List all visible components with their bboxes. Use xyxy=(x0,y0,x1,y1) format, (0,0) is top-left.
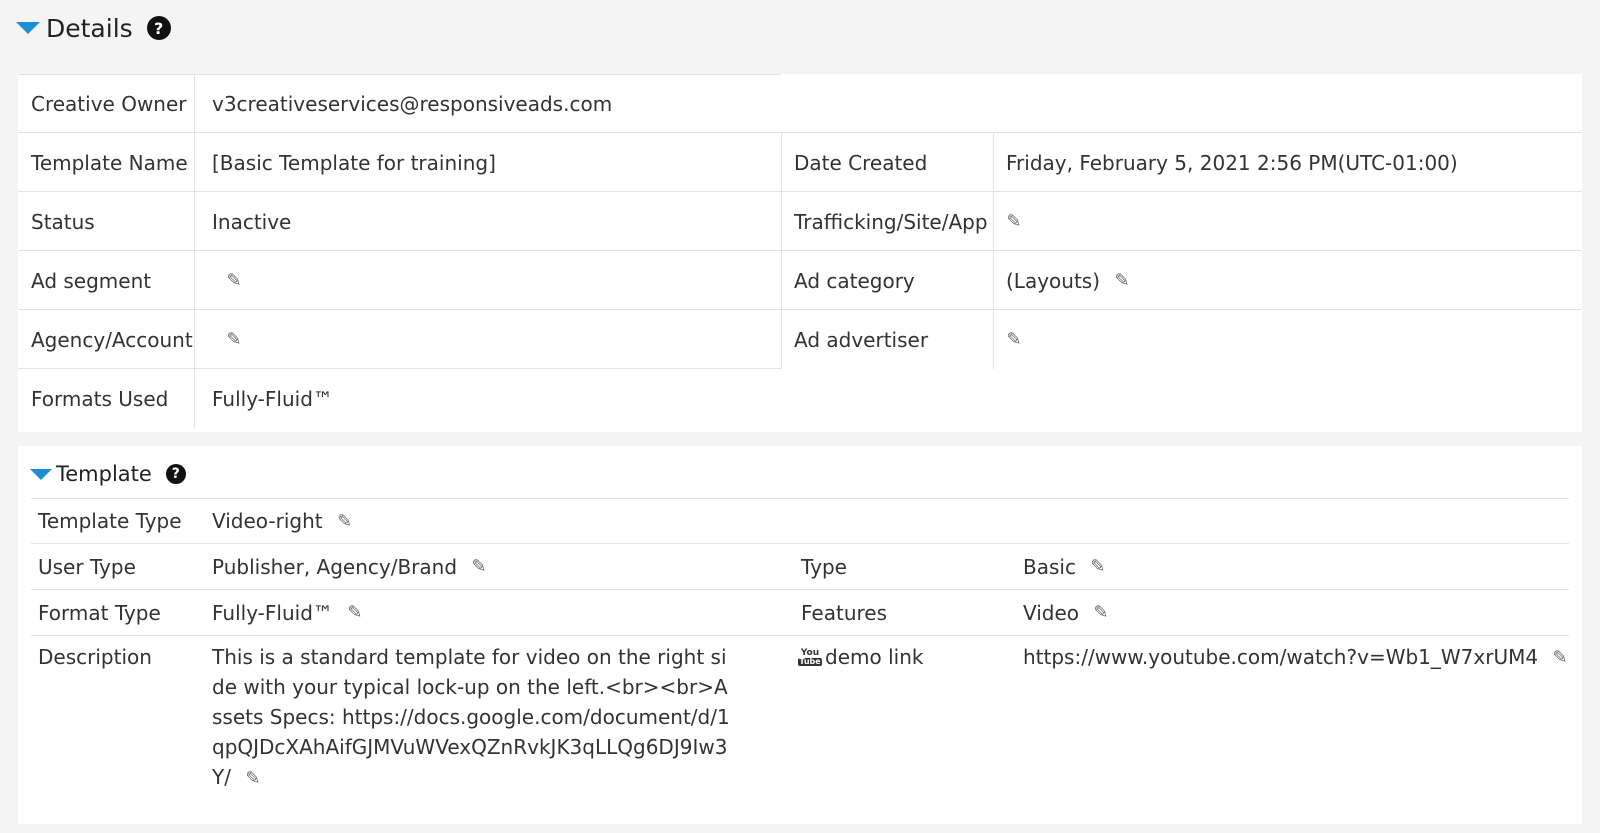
trafficking-label: Trafficking/Site/App xyxy=(794,209,988,234)
date-created-value: Friday, February 5, 2021 2:56 PM(UTC-01:… xyxy=(1006,150,1458,175)
features-text: Video xyxy=(1023,600,1080,625)
type-label: Type xyxy=(801,554,847,579)
description-value: This is a standard template for video on… xyxy=(212,642,732,792)
template-type-text: Video-right xyxy=(212,509,323,533)
user-type-label: User Type xyxy=(38,554,136,579)
help-icon[interactable]: ? xyxy=(146,16,171,40)
format-type-text: Fully-Fluid™ xyxy=(212,600,333,625)
format-type-label: Format Type xyxy=(38,600,161,625)
format-type-value: Fully-Fluid™ ✎ xyxy=(212,590,365,635)
pencil-edit-icon[interactable]: ✎ xyxy=(1088,556,1108,577)
pencil-edit-icon[interactable]: ✎ xyxy=(335,511,355,532)
details-title: Details xyxy=(46,13,133,43)
template-name-label: Template Name xyxy=(31,150,188,175)
ad-category-label: Ad category xyxy=(794,268,915,293)
status-value: Inactive xyxy=(212,209,292,234)
template-type-value: Video-right ✎ xyxy=(212,499,355,543)
divider xyxy=(194,74,195,428)
details-section-header[interactable]: Details ? xyxy=(16,10,171,46)
status-label: Status xyxy=(31,209,95,234)
row-agency-account: Agency/Account ✎ Ad advertiser ✎ xyxy=(18,310,1582,369)
pencil-edit-icon[interactable]: ✎ xyxy=(1091,602,1111,623)
divider xyxy=(781,133,782,369)
divider xyxy=(993,133,994,369)
caret-down-icon[interactable] xyxy=(16,22,40,34)
pencil-edit-icon[interactable]: ✎ xyxy=(1550,647,1570,668)
pencil-edit-icon[interactable]: ✎ xyxy=(1112,270,1132,291)
features-label: Features xyxy=(801,600,887,625)
template-section: Template ? Template Type Video-right ✎ U… xyxy=(18,446,1582,824)
pencil-edit-icon[interactable]: ✎ xyxy=(469,556,489,577)
demo-link-url[interactable]: https://www.youtube.com/watch?v=Wb1_W7xr… xyxy=(1023,645,1538,669)
row-description: Description This is a standard template … xyxy=(18,642,1582,802)
row-creative-owner: Creative Owner v3creativeservices@respon… xyxy=(18,74,1582,133)
agency-account-value: ✎ xyxy=(212,310,244,369)
template-title: Template xyxy=(56,462,152,486)
row-user-type: User Type Publisher, Agency/Brand ✎ Type… xyxy=(18,544,1582,589)
details-table: Creative Owner v3creativeservices@respon… xyxy=(18,74,1582,432)
formats-used-label: Formats Used xyxy=(31,386,169,411)
pencil-edit-icon[interactable]: ✎ xyxy=(243,768,263,789)
ad-advertiser-label: Ad advertiser xyxy=(794,327,929,352)
caret-down-icon[interactable] xyxy=(30,468,52,480)
youtube-icon: You Tube xyxy=(798,647,822,666)
template-section-header[interactable]: Template ? xyxy=(30,458,186,490)
row-template-type: Template Type Video-right ✎ xyxy=(18,499,1582,543)
type-text: Basic xyxy=(1023,554,1076,579)
demo-link-label-group: You Tube demo link xyxy=(798,642,924,672)
creative-owner-label: Creative Owner xyxy=(31,91,187,116)
divider xyxy=(31,635,1569,636)
ad-segment-value: ✎ xyxy=(212,251,244,310)
row-template-name: Template Name [Basic Template for traini… xyxy=(18,133,1582,192)
ad-category-text: (Layouts) xyxy=(1006,268,1101,293)
demo-link-value: https://www.youtube.com/watch?v=Wb1_W7xr… xyxy=(1023,642,1570,672)
row-status: Status Inactive Trafficking/Site/App ✎ xyxy=(18,192,1582,251)
ad-segment-label: Ad segment xyxy=(31,268,152,293)
trafficking-value: ✎ xyxy=(1004,192,1024,251)
template-type-label: Template Type xyxy=(38,509,182,533)
description-label: Description xyxy=(38,645,152,669)
features-value: Video ✎ xyxy=(1023,590,1111,635)
ad-category-value: (Layouts) ✎ xyxy=(1006,251,1132,310)
user-type-text: Publisher, Agency/Brand xyxy=(212,554,458,579)
agency-account-label: Agency/Account xyxy=(31,327,193,352)
demo-link-label: demo link xyxy=(825,645,924,669)
user-type-value: Publisher, Agency/Brand ✎ xyxy=(212,544,489,589)
description-text: This is a standard template for video on… xyxy=(212,645,730,789)
row-ad-segment: Ad segment ✎ Ad category (Layouts) ✎ xyxy=(18,251,1582,310)
type-value: Basic ✎ xyxy=(1023,544,1108,589)
pencil-edit-icon[interactable]: ✎ xyxy=(1004,329,1024,350)
pencil-edit-icon[interactable]: ✎ xyxy=(1004,211,1024,232)
template-name-value: [Basic Template for training] xyxy=(212,150,496,175)
pencil-edit-icon[interactable]: ✎ xyxy=(224,329,244,350)
formats-used-value: Fully-Fluid™ xyxy=(212,386,333,411)
pencil-edit-icon[interactable]: ✎ xyxy=(345,602,365,623)
pencil-edit-icon[interactable]: ✎ xyxy=(224,270,244,291)
ad-advertiser-value: ✎ xyxy=(1004,310,1024,369)
row-formats-used: Formats Used Fully-Fluid™ xyxy=(18,369,1582,428)
row-format-type: Format Type Fully-Fluid™ ✎ Features Vide… xyxy=(18,590,1582,635)
help-icon[interactable]: ? xyxy=(165,464,186,484)
date-created-label: Date Created xyxy=(794,150,928,175)
creative-owner-value: v3creativeservices@responsiveads.com xyxy=(212,91,613,116)
